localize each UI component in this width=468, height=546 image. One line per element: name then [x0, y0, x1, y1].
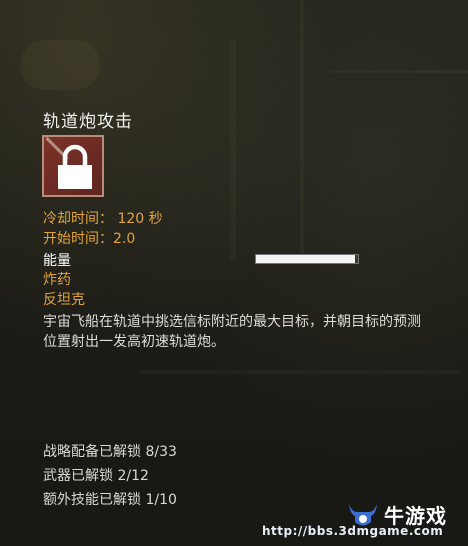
- perks-unlocked: 额外技能已解锁 1/10: [43, 492, 177, 508]
- tag-antitank: 反坦克: [43, 292, 85, 308]
- ability-icon-box: [42, 135, 104, 197]
- watermark-url: http://bbs.3dmgame.com: [262, 524, 444, 538]
- energy-bar-fill: [256, 255, 355, 263]
- cooldown-text: 冷却时间： 120 秒: [43, 211, 163, 227]
- weapons-unlocked: 武器已解锁 2/12: [43, 468, 149, 484]
- start-time-text: 开始时间：2.0: [43, 231, 136, 247]
- energy-bar: [255, 254, 359, 264]
- energy-label: 能量: [43, 253, 71, 269]
- padlock-icon: [58, 144, 92, 189]
- ability-description: 宇宙飞船在轨道中挑选信标附近的最大目标，并朝目标的预测位置射出一发高初速轨道炮。: [43, 314, 421, 350]
- tag-explosive: 炸药: [43, 272, 71, 288]
- stratagems-unlocked: 战略配备已解锁 8/33: [43, 444, 177, 460]
- ability-title: 轨道炮攻击: [43, 112, 133, 132]
- site-watermark: 牛游戏 http://bbs.3dmgame.com: [258, 498, 468, 546]
